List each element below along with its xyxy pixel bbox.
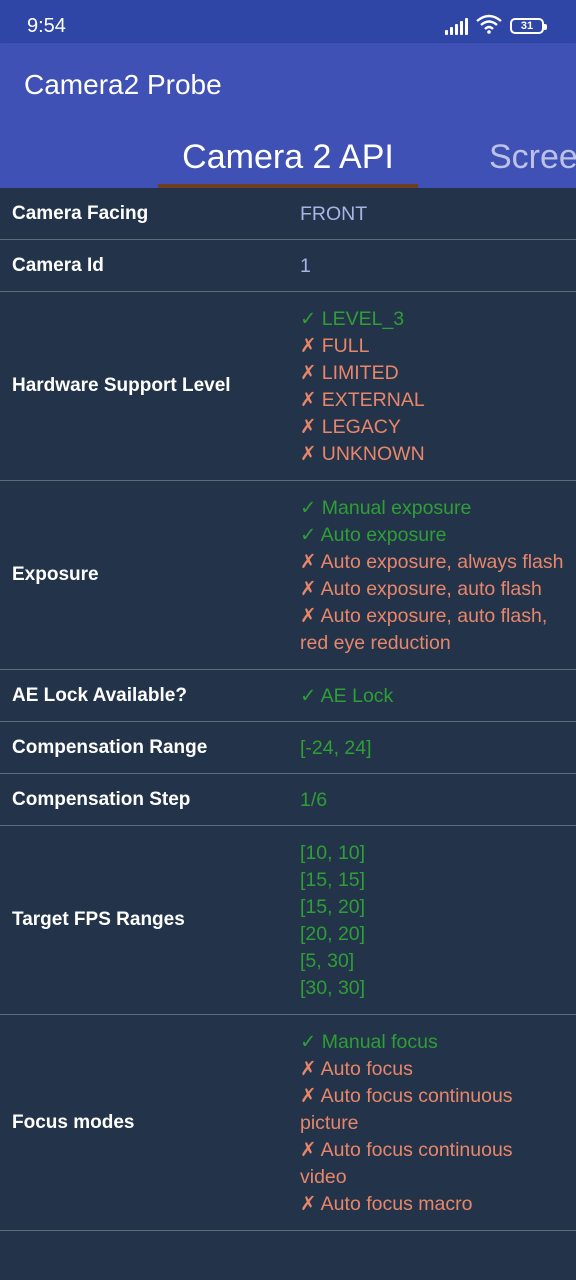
app-title: Camera2 Probe bbox=[24, 69, 222, 100]
unsupported-value: ✗ Auto exposure, auto flash bbox=[300, 578, 542, 600]
row-label: Compensation Range bbox=[12, 736, 208, 758]
row-label: Camera Id bbox=[12, 254, 104, 276]
row-label: Hardware Support Level bbox=[12, 375, 231, 396]
table-row: Camera Facing FRONT bbox=[0, 188, 576, 240]
row-value: 1 bbox=[300, 255, 311, 277]
table-row: Target FPS Ranges [10, 10] [15, 15] [15, 20… bbox=[0, 826, 576, 1015]
unsupported-value: ✗ LIMITED bbox=[300, 362, 399, 384]
app-bar: Camera2 Probe bbox=[0, 43, 576, 125]
table-row: AE Lock Available? ✓ AE Lock bbox=[0, 670, 576, 722]
row-label: AE Lock Available? bbox=[12, 684, 187, 706]
status-bar: 9:54 31 bbox=[0, 0, 576, 43]
supported-value: ✓ Manual exposure bbox=[300, 497, 472, 519]
table-row: Camera Id 1 bbox=[0, 240, 576, 292]
table-row: Compensation Range [-24, 24] bbox=[0, 722, 576, 774]
row-label: Focus modes bbox=[12, 1111, 135, 1133]
row-values: ✓ LEVEL_3 ✗ FULL ✗ LIMITED ✗ EXTERNAL ✗ LEGA… bbox=[288, 292, 576, 480]
supported-value: ✓ AE Lock bbox=[300, 685, 394, 707]
unsupported-value: ✗ Auto focus macro bbox=[300, 1193, 473, 1215]
row-values: 1/6 bbox=[288, 774, 576, 825]
table-row: Compensation Step 1/6 bbox=[0, 774, 576, 826]
unsupported-value: ✗ LEGACY bbox=[300, 416, 401, 438]
supported-value: [-24, 24] bbox=[300, 737, 372, 759]
row-value: FRONT bbox=[300, 203, 368, 225]
supported-value: [10, 10] bbox=[300, 842, 366, 864]
supported-value: 1/6 bbox=[300, 789, 328, 811]
unsupported-value: ✗ UNKNOWN bbox=[300, 443, 425, 465]
supported-value: ✓ Auto exposure bbox=[300, 524, 447, 546]
row-values: ✓ Manual focus ✗ Auto focus ✗ Auto focus c… bbox=[288, 1015, 576, 1230]
row-label: Compensation Step bbox=[12, 788, 191, 810]
row-values: [-24, 24] bbox=[288, 722, 576, 773]
row-label: Target FPS Ranges bbox=[12, 909, 185, 930]
tab-camera2-api[interactable]: Camera 2 API bbox=[158, 137, 418, 177]
capabilities-list[interactable]: Camera Facing FRONT Camera Id 1 Hardware Sup… bbox=[0, 188, 576, 1231]
row-label: Exposure bbox=[12, 564, 99, 585]
unsupported-value: ✗ Auto focus bbox=[300, 1058, 413, 1080]
supported-value: [30, 30] bbox=[300, 977, 366, 999]
supported-value: [20, 20] bbox=[300, 923, 366, 945]
row-values: 1 bbox=[288, 240, 576, 291]
supported-value: ✓ Manual focus bbox=[300, 1031, 438, 1053]
table-row: Focus modes ✓ Manual focus ✗ Auto focus ✗ A… bbox=[0, 1015, 576, 1231]
table-row: Hardware Support Level ✓ LEVEL_3 ✗ FULL ✗ L… bbox=[0, 292, 576, 481]
supported-value: [15, 15] bbox=[300, 869, 366, 891]
unsupported-value: ✗ Auto exposure, auto flash, red eye red… bbox=[300, 605, 548, 654]
unsupported-value: ✗ Auto focus continuous picture bbox=[300, 1085, 513, 1134]
supported-value: [5, 30] bbox=[300, 950, 355, 972]
row-values: ✓ AE Lock bbox=[288, 670, 576, 721]
unsupported-value: ✗ EXTERNAL bbox=[300, 389, 425, 411]
table-row: Exposure ✓ Manual exposure ✓ Auto exposure… bbox=[0, 481, 576, 670]
row-values: ✓ Manual exposure ✓ Auto exposure ✗ Auto e… bbox=[288, 481, 576, 669]
tab-screen[interactable]: Scree bbox=[489, 137, 576, 177]
wifi-icon bbox=[476, 14, 502, 39]
tab-bar: Camera 2 API Scree bbox=[0, 125, 576, 188]
battery-icon: 31 bbox=[510, 18, 547, 34]
supported-value: ✓ LEVEL_3 bbox=[300, 308, 405, 330]
status-time: 9:54 bbox=[27, 15, 66, 37]
row-values: [10, 10] [15, 15] [15, 20] [20, 20] [5, 30] [… bbox=[288, 826, 576, 1014]
unsupported-value: ✗ Auto exposure, always flash bbox=[300, 551, 564, 573]
cellular-signal-icon bbox=[445, 17, 468, 35]
row-label: Camera Facing bbox=[12, 202, 149, 224]
supported-value: [15, 20] bbox=[300, 896, 366, 918]
unsupported-value: ✗ FULL bbox=[300, 335, 370, 357]
row-values: FRONT bbox=[288, 188, 576, 239]
status-icons: 31 bbox=[445, 14, 547, 39]
unsupported-value: ✗ Auto focus continuous video bbox=[300, 1139, 513, 1188]
